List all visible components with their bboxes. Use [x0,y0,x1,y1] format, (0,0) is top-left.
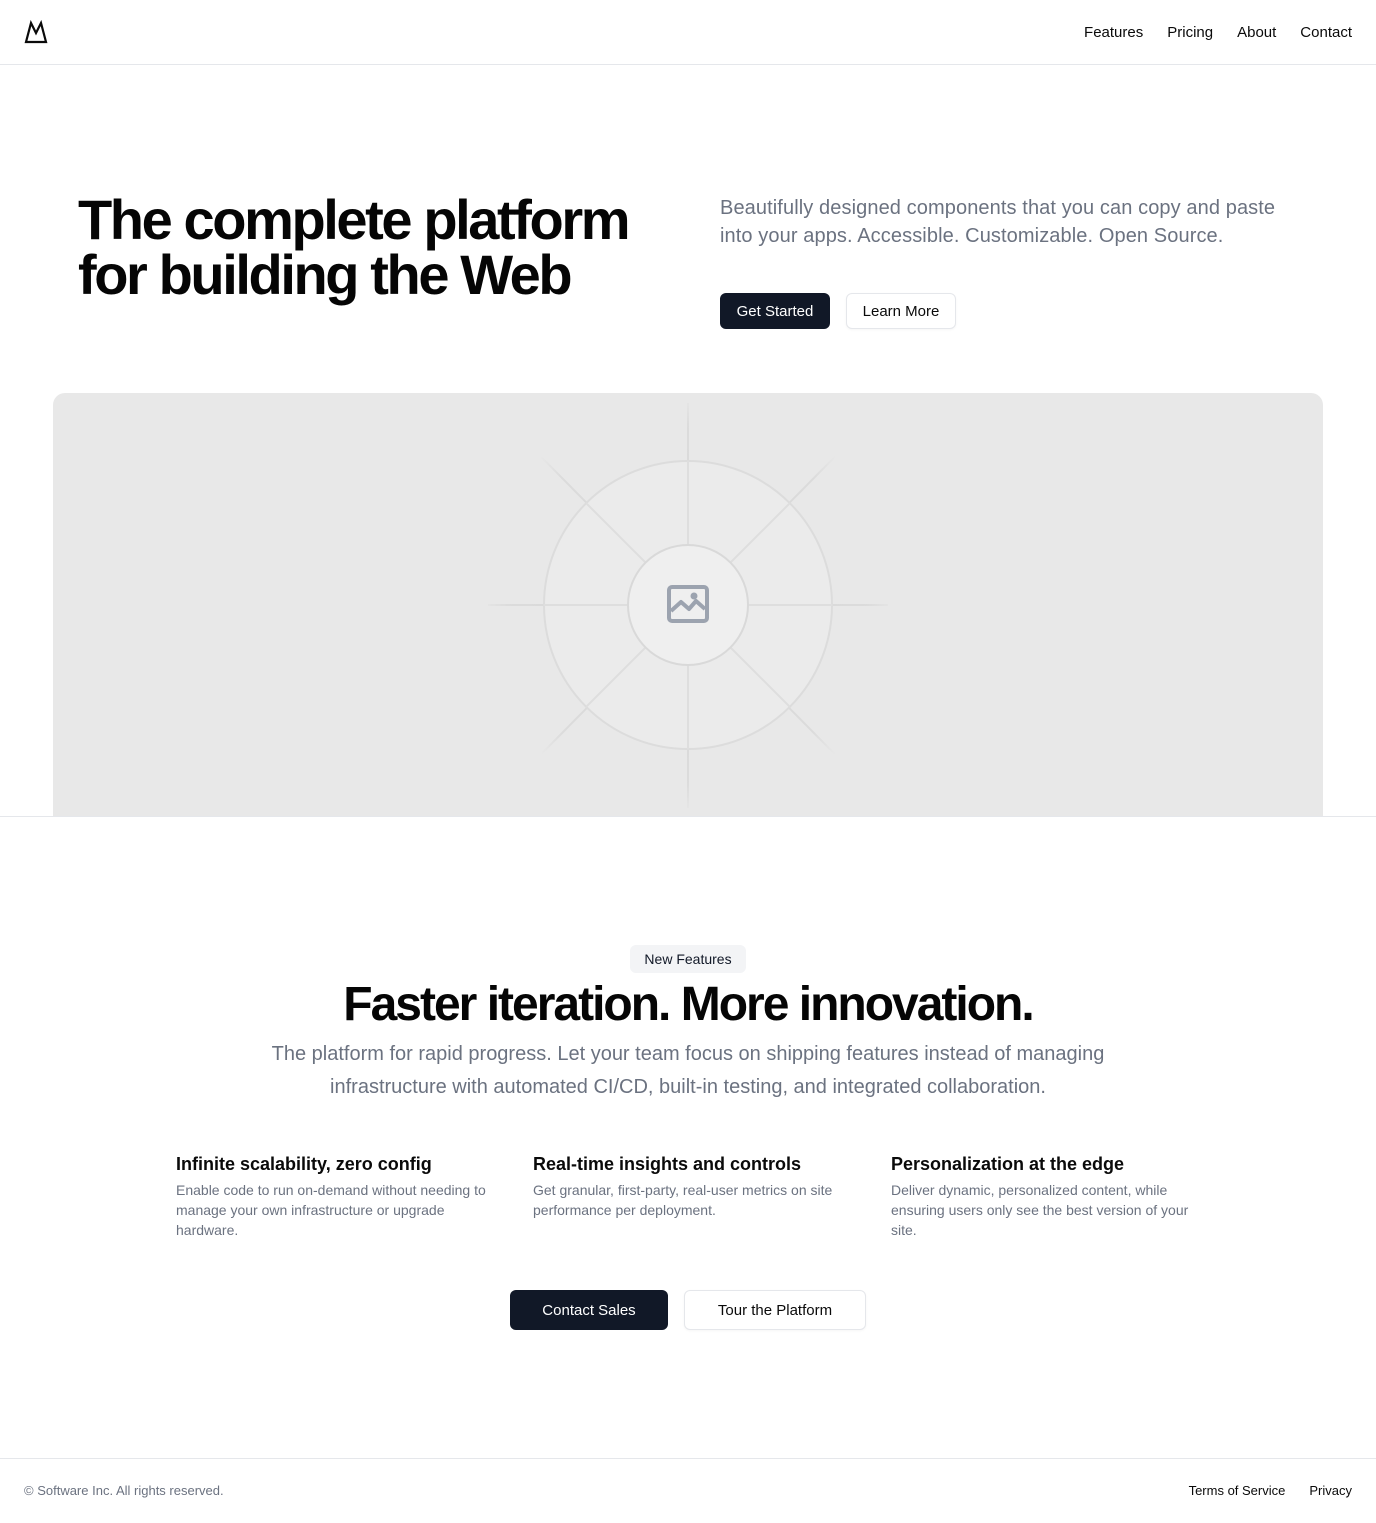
feature-card: Infinite scalability, zero config Enable… [176,1152,486,1240]
feature-text: Get granular, first-party, real-user met… [533,1182,833,1218]
contact-sales-button[interactable]: Contact Sales [510,1290,668,1330]
feature-title: Infinite scalability, zero config [176,1154,432,1174]
nav-about[interactable]: About [1237,24,1276,41]
privacy-link[interactable]: Privacy [1309,1483,1352,1498]
site-header: Features Pricing About Contact [0,0,1376,65]
feature-text: Deliver dynamic, personalized content, w… [891,1182,1189,1238]
hero-title: The complete platform for building the W… [78,192,678,303]
nav-contact[interactable]: Contact [1300,24,1352,41]
hero-title-line1: The complete platform [78,188,631,251]
terms-link[interactable]: Terms of Service [1189,1483,1286,1498]
site-footer: © Software Inc. All rights reserved. Ter… [0,1458,1376,1523]
image-placeholder-icon [667,585,709,623]
copyright-text: © Software Inc. All rights reserved. [24,1483,224,1498]
features-title: Faster iteration. More innovation. [343,978,1034,1031]
tour-platform-button[interactable]: Tour the Platform [684,1290,866,1330]
hero-title-line2: for building the Web [78,243,573,306]
feature-card: Real-time insights and controls Get gran… [533,1152,843,1220]
new-features-badge: New Features [630,945,746,973]
feature-card: Personalization at the edge Deliver dyna… [891,1152,1201,1240]
nav-pricing[interactable]: Pricing [1167,24,1213,41]
features-description: The platform for rapid progress. Let you… [271,1043,1105,1098]
hero-image-placeholder [53,393,1323,816]
hero-description: Beautifully designed components that you… [720,197,1276,247]
feature-text: Enable code to run on-demand without nee… [176,1182,486,1238]
footer-links: Terms of Service Privacy [1189,1483,1352,1498]
feature-title: Real-time insights and controls [533,1154,802,1174]
main-nav: Features Pricing About Contact [1084,0,1352,64]
section-divider [0,816,1376,817]
get-started-button[interactable]: Get Started [720,293,830,329]
learn-more-button[interactable]: Learn More [846,293,956,329]
feature-title: Personalization at the edge [891,1154,1125,1174]
mountain-logo-icon[interactable] [24,20,48,44]
nav-features[interactable]: Features [1084,24,1143,41]
